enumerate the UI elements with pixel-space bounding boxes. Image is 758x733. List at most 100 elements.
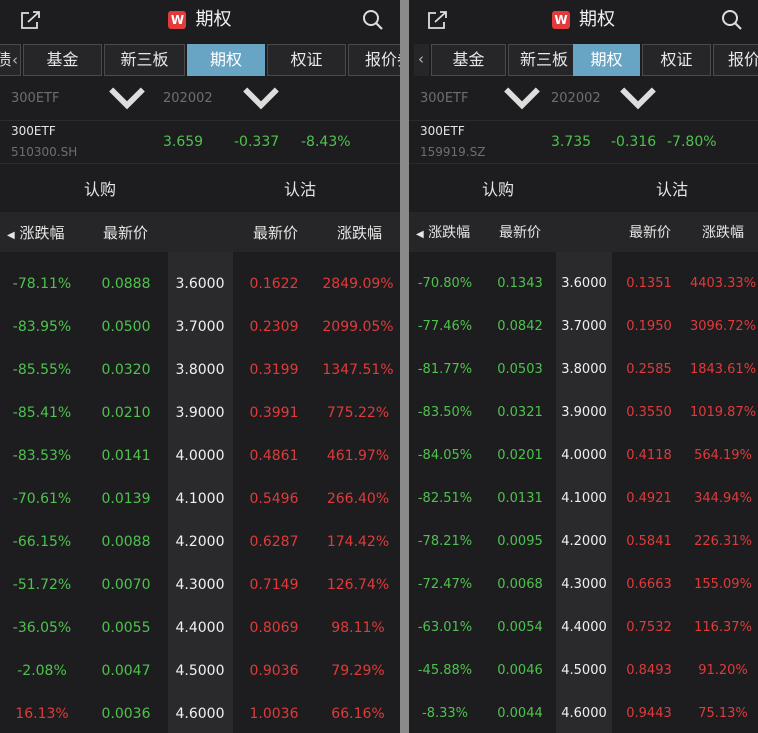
table-row[interactable]: -8.33% 0.0044 4.6000 0.9443 75.13% (409, 694, 758, 733)
call-price-cell: 0.0054 (497, 620, 543, 635)
tab-fund[interactable]: 基金 (431, 44, 506, 76)
tab-quote-repo[interactable]: 报价券 (713, 44, 758, 76)
underlying-price: 3.735 (551, 134, 592, 150)
call-price-cell: 0.0046 (497, 663, 543, 678)
put-price-cell: 0.2585 (626, 362, 672, 377)
column-header: ◀ 涨跌幅 最新价 最新价 涨跌幅 (409, 212, 758, 252)
call-change-pct-header[interactable]: ◀ 涨跌幅 (7, 222, 65, 243)
table-row[interactable]: -70.80% 0.1343 3.6000 0.1351 4403.33% (409, 264, 758, 307)
underlying-change: -0.316 (611, 134, 657, 150)
put-pct-cell: 266.40% (326, 491, 390, 507)
table-row[interactable]: -83.95% 0.0500 3.7000 0.2309 2099.05% (0, 307, 400, 350)
option-sides: 认购 认沽 (0, 166, 400, 210)
tab-options[interactable]: 期权 (187, 44, 265, 76)
table-row[interactable]: -66.15% 0.0088 4.2000 0.6287 174.42% (0, 522, 400, 565)
table-row[interactable]: -2.08% 0.0047 4.5000 0.9036 79.29% (0, 651, 400, 694)
table-row[interactable]: -45.88% 0.0046 4.5000 0.8493 91.20% (409, 651, 758, 694)
put-pct-cell: 775.22% (326, 405, 390, 421)
option-sides: 认购 认沽 (409, 166, 758, 210)
strike-cell: 4.1000 (175, 491, 225, 507)
tab-neeq[interactable]: 新三板 (508, 44, 580, 76)
strike-cell: 3.8000 (561, 362, 607, 377)
table-row[interactable]: -78.11% 0.0888 3.6000 0.1622 2849.09% (0, 264, 400, 307)
sort-left-icon: ◀ (7, 230, 15, 241)
month-select[interactable]: 202002 (163, 80, 213, 118)
put-price-header[interactable]: 最新价 (253, 222, 298, 243)
underlying-quote[interactable]: 300ETF 510300.SH 3.659 -0.337 -8.43% (0, 120, 400, 164)
tab-fund[interactable]: 基金 (23, 44, 102, 76)
underlying-quote[interactable]: 300ETF 159919.SZ 3.735 -0.316 -7.80% (409, 120, 758, 164)
call-pct-cell: -85.41% (12, 405, 72, 421)
chevron-down-icon[interactable] (108, 80, 146, 118)
put-price-cell: 0.2309 (249, 319, 299, 335)
table-row[interactable]: -85.55% 0.0320 3.8000 0.3199 1347.51% (0, 350, 400, 393)
tab-neeq[interactable]: 新三板 (104, 44, 185, 76)
table-row[interactable]: -83.50% 0.0321 3.9000 0.3550 1019.87% (409, 393, 758, 436)
put-change-pct-header[interactable]: 涨跌幅 (702, 222, 744, 242)
table-row[interactable]: -36.05% 0.0055 4.4000 0.8069 98.11% (0, 608, 400, 651)
tab-bond[interactable]: 债‹ (0, 44, 21, 76)
strike-cell: 4.3000 (561, 577, 607, 592)
app-header: W 期权 (0, 0, 400, 42)
call-change-pct-header[interactable]: ◀ 涨跌幅 (416, 222, 470, 242)
table-row[interactable]: -72.47% 0.0068 4.3000 0.6663 155.09% (409, 565, 758, 608)
tab-warrants[interactable]: 权证 (267, 44, 346, 76)
tab-quote-repo[interactable]: 报价券 (348, 44, 400, 76)
put-price-cell: 0.9036 (249, 663, 299, 679)
underlying-select[interactable]: 300ETF (420, 80, 468, 118)
strike-cell: 4.2000 (175, 534, 225, 550)
put-price-header[interactable]: 最新价 (629, 222, 671, 242)
put-price-cell: 0.8493 (626, 663, 672, 678)
search-icon[interactable] (721, 9, 743, 31)
put-pct-cell: 1843.61% (689, 362, 757, 377)
underlying-change-pct: -7.80% (667, 134, 717, 150)
put-change-pct-header[interactable]: 涨跌幅 (337, 222, 382, 243)
table-row[interactable]: -85.41% 0.0210 3.9000 0.3991 775.22% (0, 393, 400, 436)
chevron-down-icon[interactable] (242, 80, 280, 118)
table-row[interactable]: 16.13% 0.0036 4.6000 1.0036 66.16% (0, 694, 400, 733)
call-pct-cell: -81.77% (417, 362, 473, 377)
strike-cell: 4.2000 (561, 534, 607, 549)
chevron-down-icon[interactable] (619, 80, 657, 118)
table-row[interactable]: -78.21% 0.0095 4.2000 0.5841 226.31% (409, 522, 758, 565)
call-price-header[interactable]: 最新价 (499, 222, 541, 242)
month-select[interactable]: 202002 (551, 80, 601, 118)
table-row[interactable]: -77.46% 0.0842 3.7000 0.1950 3096.72% (409, 307, 758, 350)
tab-scroll-left[interactable]: ‹ (414, 44, 429, 76)
strike-cell: 3.8000 (175, 362, 225, 378)
put-pct-cell: 79.29% (331, 663, 385, 679)
call-price-cell: 0.0055 (101, 620, 151, 636)
call-pct-cell: -85.55% (12, 362, 72, 378)
strike-cell: 3.7000 (175, 319, 225, 335)
call-pct-cell: -78.11% (12, 276, 72, 292)
strike-cell: 4.1000 (561, 491, 607, 506)
filter-bar: 300ETF 202002 (409, 80, 758, 118)
underlying-select[interactable]: 300ETF (11, 80, 59, 118)
table-row[interactable]: -83.53% 0.0141 4.0000 0.4861 461.97% (0, 436, 400, 479)
put-pct-cell: 1019.87% (689, 405, 757, 420)
table-row[interactable]: -82.51% 0.0131 4.1000 0.4921 344.94% (409, 479, 758, 522)
chevron-down-icon[interactable] (503, 80, 541, 118)
call-pct-cell: -45.88% (417, 663, 473, 678)
table-row[interactable]: -51.72% 0.0070 4.3000 0.7149 126.74% (0, 565, 400, 608)
call-price-cell: 0.0036 (101, 706, 151, 722)
call-pct-cell: -83.53% (12, 448, 72, 464)
search-icon[interactable] (362, 9, 384, 31)
call-pct-cell: -2.08% (17, 663, 67, 679)
underlying-name: 300ETF (11, 124, 56, 138)
put-pct-cell: 344.94% (694, 491, 752, 506)
chevron-left-icon[interactable]: ‹ (418, 44, 424, 74)
tab-warrants[interactable]: 权证 (642, 44, 711, 76)
put-price-cell: 0.5496 (249, 491, 299, 507)
call-pct-cell: -51.72% (12, 577, 72, 593)
call-pct-cell: -84.05% (417, 448, 473, 463)
call-price-cell: 0.0141 (101, 448, 151, 464)
call-price-header[interactable]: 最新价 (103, 222, 148, 243)
table-row[interactable]: -84.05% 0.0201 4.0000 0.4118 564.19% (409, 436, 758, 479)
chevron-left-icon[interactable]: ‹ (12, 45, 18, 75)
call-pct-cell: -63.01% (417, 620, 473, 635)
tab-options[interactable]: 期权 (573, 44, 640, 76)
table-row[interactable]: -81.77% 0.0503 3.8000 0.2585 1843.61% (409, 350, 758, 393)
table-row[interactable]: -70.61% 0.0139 4.1000 0.5496 266.40% (0, 479, 400, 522)
table-row[interactable]: -63.01% 0.0054 4.4000 0.7532 116.37% (409, 608, 758, 651)
